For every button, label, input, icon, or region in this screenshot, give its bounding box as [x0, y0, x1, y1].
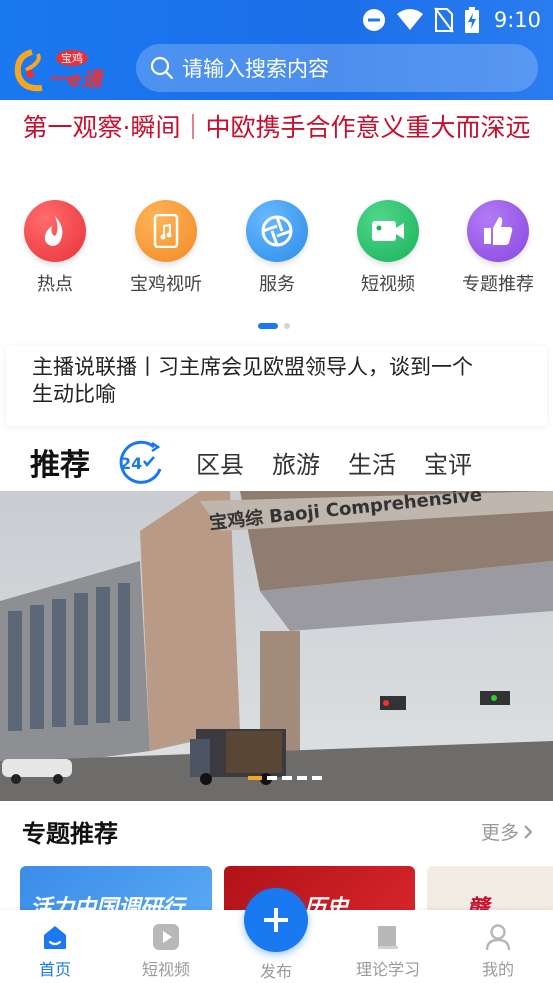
category-grid: 热点 宝鸡视听 服务 短视频 专题推荐: [0, 196, 553, 301]
banner-dot: [267, 776, 277, 780]
tab-commentary[interactable]: 宝评: [424, 445, 472, 480]
nav-home[interactable]: 首页: [0, 922, 110, 980]
pager-dot-active: [258, 323, 278, 329]
nav-label: 我的: [481, 960, 514, 979]
banner-dot-active: [248, 776, 262, 780]
no-sim-icon: [434, 7, 454, 33]
home-icon: [40, 922, 70, 952]
plus-icon: [264, 908, 288, 932]
topics-section-title: 专题推荐: [22, 820, 118, 848]
nav-short-video[interactable]: 短视频: [111, 922, 221, 980]
banner-carousel[interactable]: 宝鸡综 Baoji Comprehensive: [0, 491, 553, 801]
tab-travel[interactable]: 旅游: [272, 445, 320, 480]
channel-tabs: 推荐 24 区县 旅游 生活 宝评: [0, 436, 553, 488]
topics-more-link[interactable]: 更多: [481, 818, 533, 845]
chevron-right-icon: [524, 824, 533, 839]
wifi-icon: [396, 9, 423, 30]
nav-theory-study[interactable]: 理论学习: [333, 922, 443, 980]
news-ticker-text: 主播说联播丨习主席会见欧盟领导人，谈到一个生动比喻: [32, 355, 473, 406]
app-logo[interactable]: 宝鸡 一e通: [12, 44, 122, 96]
phone-music-icon: [135, 200, 197, 262]
user-icon: [483, 922, 513, 952]
top-headline[interactable]: 第一观察·瞬间｜中欧携手合作意义重大而深远: [18, 112, 535, 144]
category-label: 热点: [37, 274, 73, 295]
tab-life[interactable]: 生活: [348, 445, 396, 480]
banner-dot: [282, 776, 292, 780]
status-icons: 9:10: [362, 6, 541, 34]
search-bar[interactable]: 请输入搜索内容: [136, 44, 538, 92]
search-icon: [150, 56, 174, 80]
banner-dot: [312, 776, 322, 780]
svg-text:一e通: 一e通: [48, 67, 105, 91]
category-label: 短视频: [361, 274, 415, 295]
category-baoji-av[interactable]: 宝鸡视听: [111, 196, 221, 296]
aperture-icon: [246, 200, 308, 262]
thumbs-up-icon: [467, 200, 529, 262]
tab-recommend[interactable]: 推荐: [30, 440, 90, 484]
nav-profile[interactable]: 我的: [443, 922, 553, 980]
do-not-disturb-icon: [362, 9, 385, 31]
tab-24-hours-icon[interactable]: 24: [114, 439, 168, 485]
svg-text:宝鸡: 宝鸡: [61, 51, 83, 65]
status-time: 9:10: [493, 8, 541, 32]
category-label: 专题推荐: [462, 274, 534, 295]
svg-text:24: 24: [120, 454, 142, 473]
category-topics[interactable]: 专题推荐: [443, 196, 553, 296]
status-bar: 9:10: [0, 0, 553, 40]
tab-district[interactable]: 区县: [196, 445, 244, 480]
category-label: 服务: [259, 274, 295, 295]
banner-image: 宝鸡综 Baoji Comprehensive: [0, 491, 553, 801]
play-icon: [151, 922, 181, 952]
topic-card[interactable]: 赣: [427, 866, 553, 916]
topic-card[interactable]: 活力中国调研行: [20, 866, 212, 916]
category-hot[interactable]: 热点: [0, 196, 110, 296]
more-label: 更多: [480, 822, 519, 844]
banner-dot: [297, 776, 307, 780]
category-short-video[interactable]: 短视频: [333, 196, 443, 296]
nav-label: 短视频: [141, 960, 190, 979]
search-placeholder: 请输入搜索内容: [182, 57, 329, 81]
nav-label: 理论学习: [355, 960, 420, 979]
nav-label: 首页: [38, 960, 71, 979]
app-header: 9:10 宝鸡 一e通 请输入搜索内容: [0, 0, 553, 100]
news-ticker[interactable]: 主播说联播丨习主席会见欧盟领导人，谈到一个生动比喻: [6, 346, 547, 426]
category-service[interactable]: 服务: [222, 196, 332, 296]
battery-charging-icon: [464, 7, 479, 33]
banner-pager: [248, 776, 322, 780]
video-camera-icon: [357, 200, 419, 262]
category-label: 宝鸡视听: [130, 274, 202, 295]
flame-icon: [24, 200, 86, 262]
pager-dot: [284, 323, 290, 329]
book-icon: [373, 922, 403, 952]
logo-emblem-icon: 宝鸡 一e通: [14, 49, 105, 92]
publish-button[interactable]: [244, 888, 308, 952]
publish-label: 发布: [259, 962, 292, 981]
category-pager: [258, 322, 290, 330]
